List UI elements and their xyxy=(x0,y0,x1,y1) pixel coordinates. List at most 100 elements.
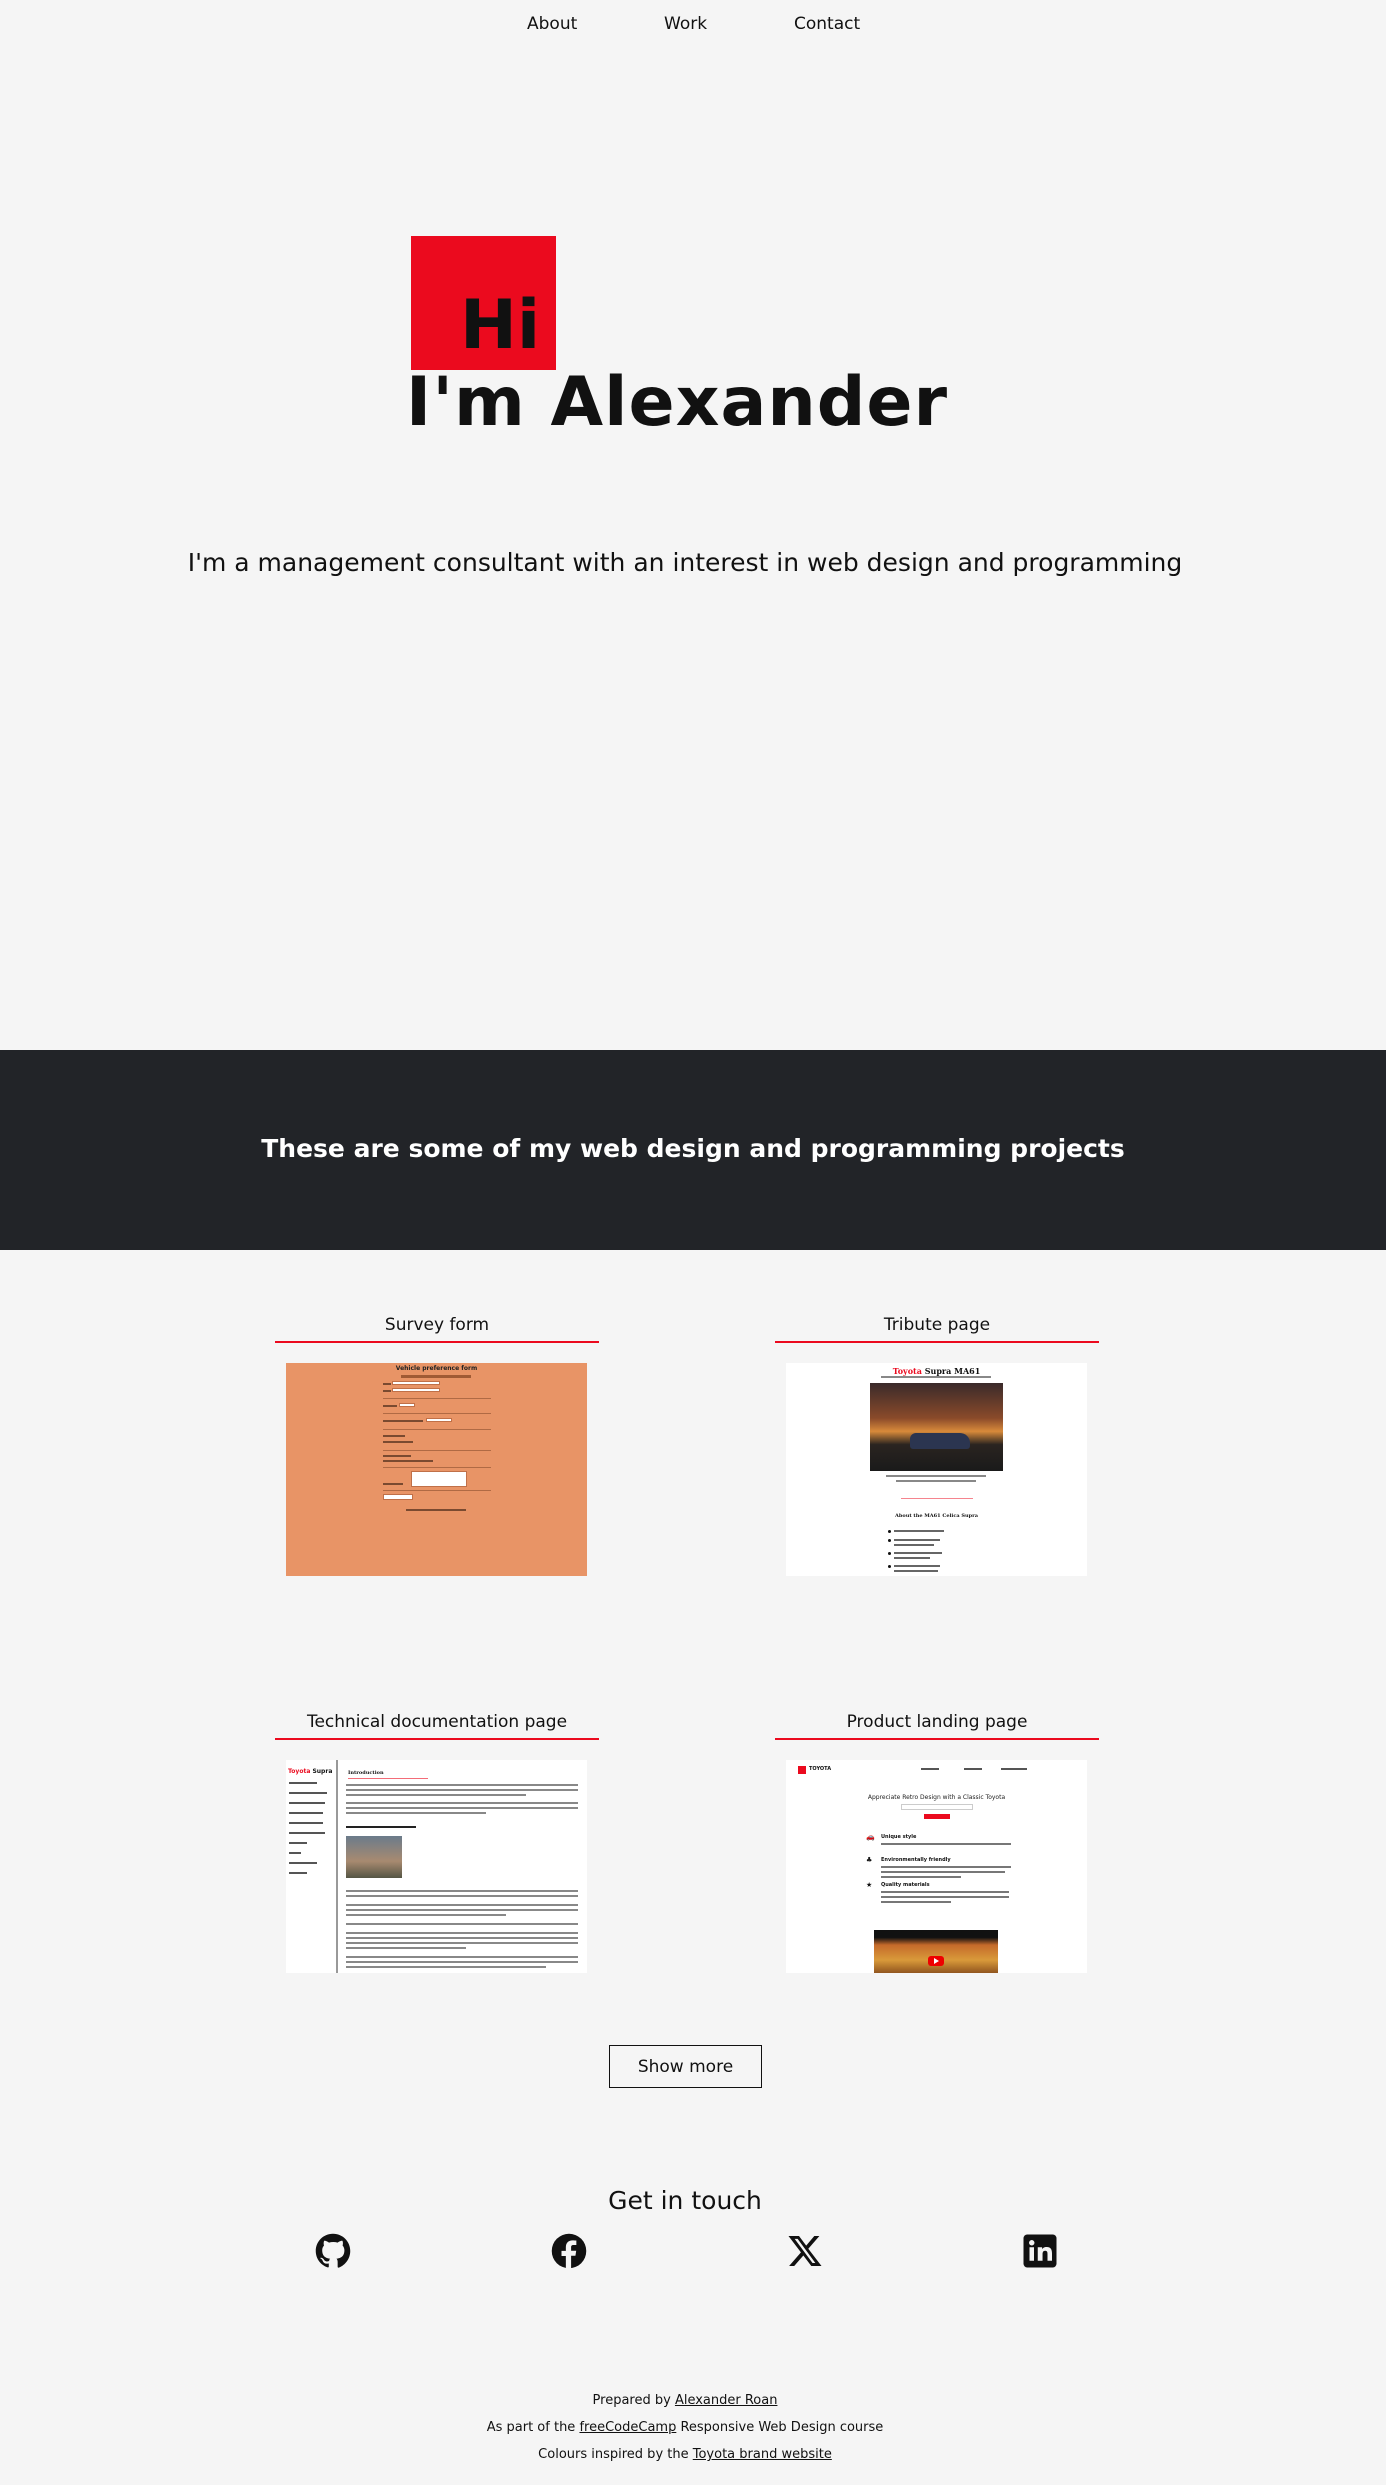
thumb-text-line xyxy=(346,1942,578,1944)
thumb-text-line xyxy=(346,1961,578,1963)
thumb-label xyxy=(383,1435,405,1437)
thumb-bullet xyxy=(888,1530,891,1533)
thumb-sidebar-item xyxy=(289,1862,317,1864)
play-icon xyxy=(928,1956,944,1966)
nav-link-contact[interactable]: Contact xyxy=(794,14,860,34)
project-thumbnail-landing[interactable]: TOYOTA Appreciate Retro Design with a Cl… xyxy=(786,1760,1087,1973)
thumb-footer xyxy=(406,1509,466,1511)
thumb-text-line xyxy=(346,1794,526,1796)
footer-text: Prepared by xyxy=(592,2393,675,2408)
thumb-subheading xyxy=(346,1826,416,1828)
nav-link-work[interactable]: Work xyxy=(664,14,707,34)
thumb-bullet xyxy=(888,1565,891,1568)
thumb-feature-text xyxy=(881,1876,961,1878)
hero-name-heading: I'm Alexander xyxy=(405,363,949,442)
footer-link-toyota[interactable]: Toyota brand website xyxy=(693,2447,832,2462)
thumb-subtitle xyxy=(881,1376,991,1378)
thumb-label xyxy=(383,1483,403,1485)
footer-text: Colours inspired by the xyxy=(538,2447,693,2462)
project-thumbnail-documentation[interactable]: Toyota Supra Introduction xyxy=(286,1760,587,1973)
nav-link-about[interactable]: About xyxy=(527,14,577,34)
footer-link-author[interactable]: Alexander Roan xyxy=(675,2393,778,2408)
thumb-text-line xyxy=(346,1932,578,1934)
thumb-list-line xyxy=(894,1530,944,1532)
thumb-logo-icon xyxy=(798,1766,806,1774)
thumb-label xyxy=(383,1383,391,1385)
facebook-icon[interactable] xyxy=(551,2233,587,2269)
star-icon: ★ xyxy=(866,1881,873,1889)
thumb-list-line xyxy=(894,1539,940,1541)
thumb-field xyxy=(392,1388,440,1392)
thumb-submit xyxy=(383,1494,413,1500)
thumb-sidebar-item xyxy=(289,1852,301,1854)
thumb-bullet xyxy=(888,1539,891,1542)
thumb-brand-red: Toyota xyxy=(288,1768,311,1775)
thumb-text-line xyxy=(346,1947,466,1949)
project-card-tribute[interactable]: Tribute page Toyota Supra MA61 About the… xyxy=(775,1313,1099,1576)
thumb-text-line xyxy=(346,1909,578,1911)
footer-link-freecodecamp[interactable]: freeCodeCamp xyxy=(579,2420,676,2435)
project-title: Product landing page xyxy=(775,1710,1099,1740)
thumb-feature-title: Environmentally friendly xyxy=(881,1857,951,1863)
thumb-label xyxy=(383,1390,391,1392)
thumb-sidebar-item xyxy=(289,1802,325,1804)
thumb-bullet xyxy=(888,1552,891,1555)
projects-banner: These are some of my web design and prog… xyxy=(0,1050,1386,1250)
thumb-text-line xyxy=(346,1937,578,1939)
thumb-field xyxy=(426,1418,452,1422)
thumb-feature-text xyxy=(881,1901,951,1903)
thumb-field xyxy=(392,1381,440,1385)
thumb-sidebar-item xyxy=(289,1832,325,1834)
project-thumbnail-tribute[interactable]: Toyota Supra MA61 About the MA61 Celica … xyxy=(786,1363,1087,1576)
thumb-feature-text xyxy=(881,1866,1011,1868)
thumb-label xyxy=(383,1455,411,1457)
thumb-heading-underline xyxy=(348,1778,428,1779)
thumb-divider xyxy=(383,1429,491,1430)
thumb-label xyxy=(383,1405,397,1407)
thumb-video xyxy=(874,1930,998,1973)
thumb-heading: Introduction xyxy=(348,1770,384,1776)
thumb-divider xyxy=(383,1413,491,1414)
thumb-label xyxy=(383,1420,423,1422)
top-nav: About Work Contact xyxy=(0,14,1386,38)
thumb-nav-item xyxy=(1001,1768,1027,1770)
hero-tagline: I'm a management consultant with an inte… xyxy=(187,548,1183,577)
thumb-field xyxy=(399,1403,415,1407)
thumb-list-line xyxy=(894,1570,938,1572)
thumb-text-line xyxy=(346,1802,578,1804)
thumb-feature-text xyxy=(881,1871,1005,1873)
thumb-divider xyxy=(383,1398,491,1399)
thumb-text-line xyxy=(346,1890,578,1892)
hero-hi-text: Hi xyxy=(460,286,541,365)
thumb-sidebar-item xyxy=(289,1792,327,1794)
footer-line-course: As part of the freeCodeCamp Responsive W… xyxy=(0,2420,1370,2435)
thumb-photo xyxy=(870,1383,1003,1471)
thumb-nav-item xyxy=(921,1768,939,1770)
thumb-submit xyxy=(924,1814,950,1819)
thumb-title: Vehicle preference form xyxy=(395,1365,478,1372)
footer-line-prepared: Prepared by Alexander Roan xyxy=(0,2393,1370,2408)
thumb-feature-text xyxy=(881,1843,1011,1845)
thumb-section-heading: About the MA61 Celica Supra xyxy=(895,1513,978,1519)
x-icon[interactable] xyxy=(787,2233,823,2269)
linkedin-icon[interactable] xyxy=(1022,2233,1058,2269)
projects-banner-heading: These are some of my web design and prog… xyxy=(261,1134,1125,1163)
thumb-text-line xyxy=(346,1956,578,1958)
thumb-list-line xyxy=(894,1557,930,1559)
project-card-landing[interactable]: Product landing page TOYOTA Appreciate R… xyxy=(775,1710,1099,1973)
project-card-survey[interactable]: Survey form Vehicle preference form xyxy=(275,1313,599,1576)
thumb-email-input xyxy=(901,1804,973,1810)
thumb-label xyxy=(383,1441,413,1443)
project-thumbnail-survey[interactable]: Vehicle preference form xyxy=(286,1363,587,1576)
footer-text: Responsive Web Design course xyxy=(676,2420,884,2435)
github-icon[interactable] xyxy=(315,2233,351,2269)
show-more-button[interactable]: Show more xyxy=(609,2045,762,2088)
thumb-sidebar-item xyxy=(289,1782,317,1784)
thumb-divider xyxy=(383,1450,491,1451)
project-title: Technical documentation page xyxy=(275,1710,599,1740)
project-card-documentation[interactable]: Technical documentation page Toyota Supr… xyxy=(275,1710,599,1973)
thumb-label xyxy=(383,1460,433,1462)
footer-line-colours: Colours inspired by the Toyota brand web… xyxy=(0,2447,1370,2462)
thumb-nav-item xyxy=(964,1768,982,1770)
project-title: Tribute page xyxy=(775,1313,1099,1343)
